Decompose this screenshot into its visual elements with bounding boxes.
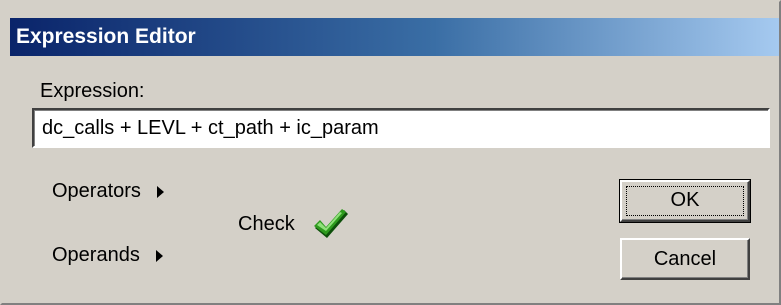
operators-label: Operators [52, 180, 141, 202]
operands-label: Operands [52, 244, 140, 266]
ok-label: OK [670, 189, 700, 211]
title-bar[interactable]: Expression Editor [10, 18, 779, 56]
ok-button[interactable]: OK [619, 179, 751, 223]
submenu-arrow-icon [155, 249, 163, 262]
expression-label: Expression: [40, 80, 145, 102]
check-button[interactable]: Check [238, 207, 349, 241]
submenu-arrow-icon [156, 185, 164, 198]
operators-menu-button[interactable]: Operators [52, 180, 164, 203]
expression-input[interactable] [32, 108, 770, 148]
window-title: Expression Editor [16, 25, 196, 48]
check-label: Check [238, 212, 295, 235]
checkmark-icon [313, 209, 348, 238]
operands-menu-button[interactable]: Operands [52, 244, 163, 267]
cancel-button[interactable]: Cancel [620, 238, 750, 280]
expression-editor-dialog: Expression Editor Expression: Operators … [0, 0, 781, 305]
